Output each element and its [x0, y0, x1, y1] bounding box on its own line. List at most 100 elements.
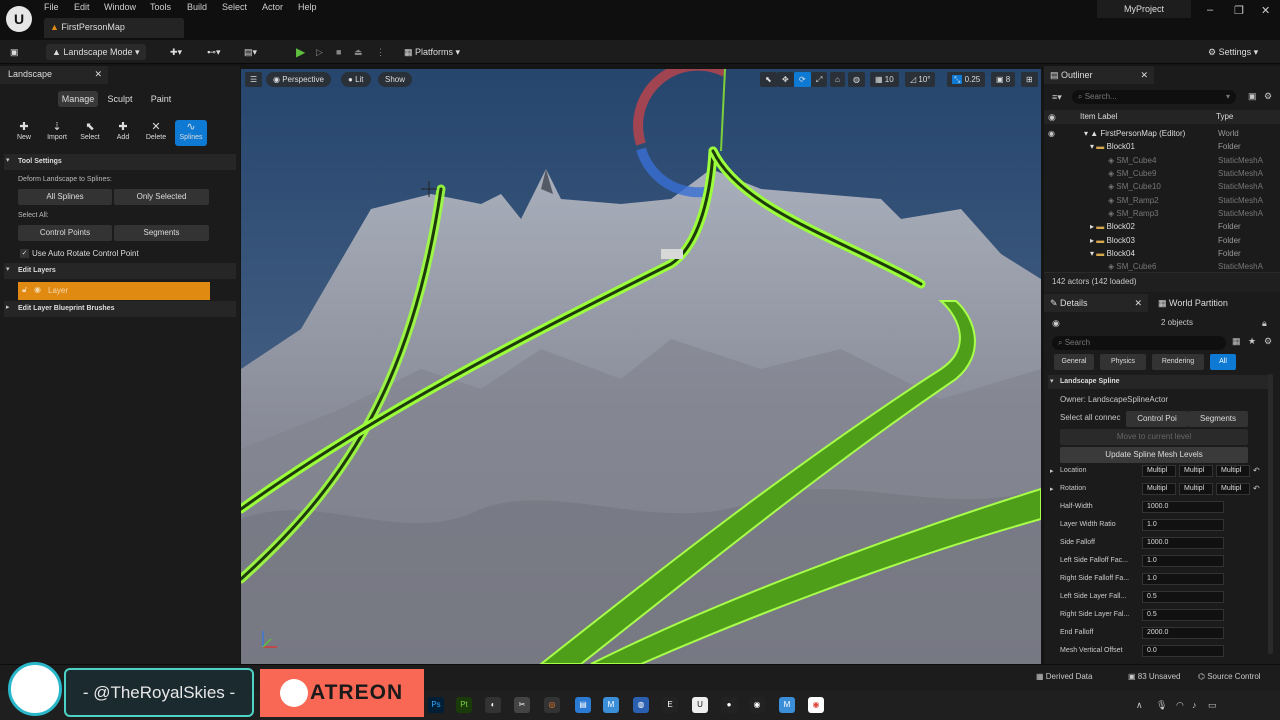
- chrome-icon[interactable]: ◉: [808, 697, 824, 713]
- settings-menu[interactable]: ⚙ Settings ▾: [1208, 44, 1258, 60]
- outliner-row[interactable]: ▸ ▬ Block02 Folder: [1044, 220, 1280, 233]
- location-y[interactable]: Multipl: [1179, 465, 1213, 477]
- outliner-row[interactable]: ▾ ▬ Block04 Folder: [1044, 247, 1280, 260]
- gear-icon[interactable]: ⚙: [1264, 336, 1272, 347]
- tool-add[interactable]: ✚ Add: [107, 120, 139, 146]
- translate-icon[interactable]: ✥: [777, 72, 794, 87]
- minimize-icon[interactable]: –: [1207, 4, 1213, 16]
- viewport-menu-icon[interactable]: ☰: [245, 72, 263, 87]
- details-search-input[interactable]: ⌕ Search: [1052, 336, 1226, 350]
- all-splines-button[interactable]: All Splines: [18, 189, 112, 205]
- world-local-icon[interactable]: ◍: [848, 72, 865, 87]
- firefox-icon[interactable]: ◐: [485, 697, 501, 713]
- right-side-layer-falloff-field[interactable]: 0.5: [1142, 609, 1224, 621]
- edit-layers-header[interactable]: Edit Layers: [4, 263, 236, 279]
- outliner-row[interactable]: ◈ SM_Ramp2 StaticMeshA: [1044, 194, 1280, 207]
- update-spline-mesh-button[interactable]: Update Spline Mesh Levels: [1060, 447, 1248, 463]
- expand-icon[interactable]: ▸: [1050, 485, 1054, 493]
- menu-select[interactable]: Select: [222, 2, 247, 12]
- grid-snap[interactable]: ▦ 10: [870, 72, 899, 87]
- play-options-icon[interactable]: ⋮: [376, 44, 385, 60]
- scale-icon[interactable]: ⤢: [811, 72, 828, 87]
- close-tab-icon[interactable]: ✕: [94, 69, 102, 80]
- lock-icon[interactable]: 🔓︎: [22, 285, 27, 295]
- expand-icon[interactable]: ▸: [1050, 467, 1054, 475]
- type-column[interactable]: Type: [1216, 112, 1233, 121]
- menu-actor[interactable]: Actor: [262, 2, 283, 12]
- item-label-column[interactable]: Item Label: [1080, 112, 1117, 121]
- mode-manage[interactable]: Manage: [58, 91, 98, 107]
- menu-help[interactable]: Help: [298, 2, 317, 12]
- tool-new[interactable]: ✚ New: [8, 120, 40, 146]
- close-window-icon[interactable]: ✕: [1261, 4, 1270, 17]
- mesh-vertical-offset-field[interactable]: 0.0: [1142, 645, 1224, 657]
- chevron-up-icon[interactable]: ∧: [1136, 700, 1143, 711]
- outliner-row[interactable]: ◈ SM_Cube4 StaticMeshA: [1044, 154, 1280, 167]
- unsaved-button[interactable]: ▣ 83 Unsaved: [1128, 672, 1180, 681]
- stop-icon[interactable]: ■: [336, 44, 341, 60]
- lit-button[interactable]: ● Lit: [341, 72, 371, 87]
- menu-file[interactable]: File: [44, 2, 59, 12]
- lock-icon[interactable]: 🔒︎: [1262, 318, 1267, 329]
- auto-rotate-checkbox[interactable]: ✓: [20, 249, 29, 258]
- snipping-icon[interactable]: ✂: [514, 697, 530, 713]
- tool-delete[interactable]: ✕ Delete: [140, 120, 172, 146]
- obs-icon[interactable]: ◉: [749, 697, 765, 713]
- rotation-snap[interactable]: ◿ 10°: [905, 72, 936, 87]
- tool-splines[interactable]: ∿ Splines: [175, 120, 207, 146]
- battery-icon[interactable]: ▭: [1208, 700, 1217, 711]
- left-side-falloff-field[interactable]: 1.0: [1142, 555, 1224, 567]
- scale-snap[interactable]: ⤡ 0.25: [947, 72, 986, 87]
- close-tab-icon[interactable]: ✕: [1134, 294, 1142, 312]
- source-control-button[interactable]: ⌬ Source Control: [1198, 672, 1261, 681]
- outliner-row[interactable]: ▾ ▬ Block01 Folder: [1044, 140, 1280, 153]
- gear-icon[interactable]: ⚙: [1264, 91, 1272, 102]
- landscape-spline-section[interactable]: Landscape Spline: [1048, 375, 1268, 389]
- epic-games-icon[interactable]: E: [662, 697, 678, 713]
- add-actor-icon[interactable]: ✚▾: [170, 44, 182, 60]
- maximize-viewport-icon[interactable]: ⊞: [1021, 72, 1038, 87]
- filter-physics[interactable]: Physics: [1100, 354, 1146, 370]
- layer-row[interactable]: Layer: [18, 282, 210, 300]
- map-tab[interactable]: ▲ FirstPersonMap: [44, 18, 184, 38]
- edit-bp-brushes-header[interactable]: Edit Layer Blueprint Brushes: [4, 301, 236, 317]
- outliner-row[interactable]: ▸ ▬ Block03 Folder: [1044, 234, 1280, 247]
- platforms-menu[interactable]: ▦ Platforms ▾: [404, 44, 460, 60]
- landscape-tab[interactable]: Landscape ✕: [0, 66, 108, 84]
- filter-rendering[interactable]: Rendering: [1152, 354, 1204, 370]
- outliner-tab[interactable]: ▤ Outliner ✕: [1044, 66, 1154, 84]
- outliner-row[interactable]: ◈ SM_Cube9 StaticMeshA: [1044, 167, 1280, 180]
- app-icon[interactable]: ●: [721, 697, 737, 713]
- show-button[interactable]: Show: [378, 72, 413, 87]
- visibility-icon[interactable]: ◉: [1048, 127, 1055, 140]
- close-tab-icon[interactable]: ✕: [1140, 66, 1148, 84]
- photoshop-icon[interactable]: Ps: [428, 697, 444, 713]
- layer-width-ratio-field[interactable]: 1.0: [1142, 519, 1224, 531]
- level-viewport[interactable]: [241, 69, 1041, 664]
- grid-view-icon[interactable]: ▦: [1232, 336, 1241, 347]
- menu-tools[interactable]: Tools: [150, 2, 171, 12]
- wifi-icon[interactable]: ◠: [1176, 700, 1184, 711]
- world-partition-tab[interactable]: ▦ World Partition: [1152, 294, 1272, 312]
- eject-icon[interactable]: ⏏: [354, 44, 363, 60]
- select-mode-icon[interactable]: ⬉: [760, 72, 777, 87]
- media-icon[interactable]: M: [603, 697, 619, 713]
- media2-icon[interactable]: M: [779, 697, 795, 713]
- menu-build[interactable]: Build: [187, 2, 207, 12]
- rotate-icon[interactable]: ⟳: [794, 72, 811, 87]
- rotation-x[interactable]: Multipl: [1142, 483, 1176, 495]
- tool-select[interactable]: ⬉ Select: [74, 120, 106, 146]
- save-icon[interactable]: ▣: [10, 44, 19, 60]
- half-width-field[interactable]: 1000.0: [1142, 501, 1224, 513]
- menu-edit[interactable]: Edit: [74, 2, 90, 12]
- outliner-row[interactable]: ◉ ▾ ▲ FirstPersonMap (Editor) World: [1044, 127, 1280, 140]
- painter-icon[interactable]: Pt: [456, 697, 472, 713]
- camera-speed[interactable]: ▣ 8: [991, 72, 1016, 87]
- browser-icon[interactable]: ◍: [633, 697, 649, 713]
- outliner-row[interactable]: ◈ SM_Ramp3 StaticMeshA: [1044, 207, 1280, 220]
- segments-select-button[interactable]: Segments: [1188, 411, 1248, 427]
- unreal-taskbar-icon[interactable]: U: [692, 697, 708, 713]
- end-falloff-field[interactable]: 2000.0: [1142, 627, 1224, 639]
- speaker-icon[interactable]: ♪: [1192, 700, 1197, 710]
- only-selected-button[interactable]: Only Selected: [114, 189, 209, 205]
